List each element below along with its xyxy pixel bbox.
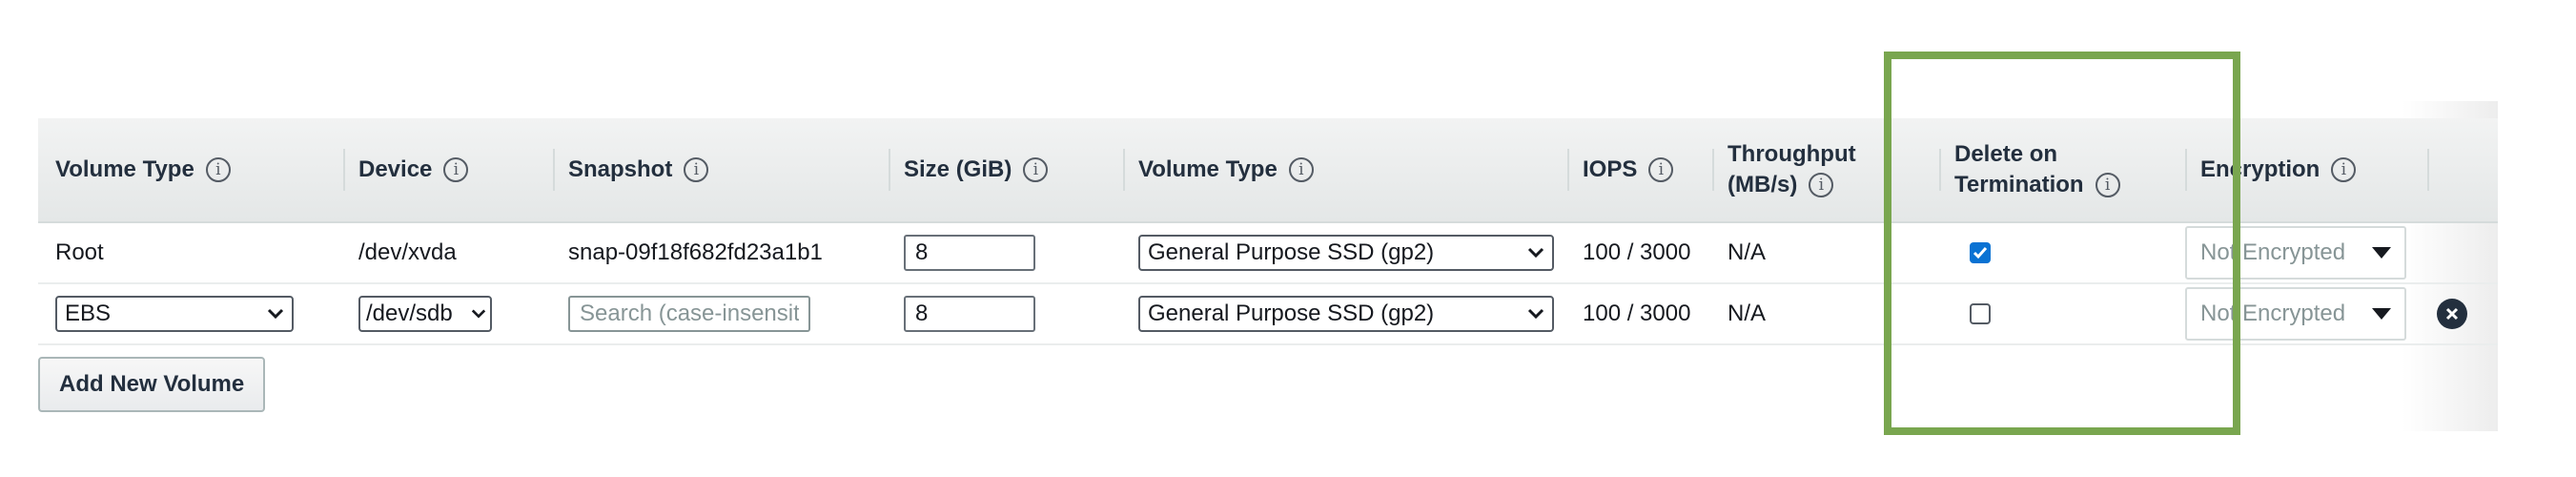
col-size: Size (GiB) i [889,118,1049,221]
chevron-down-icon [471,309,486,319]
delete-on-termination-cell [1970,223,1991,282]
column-divider [2427,149,2429,191]
add-new-volume-button[interactable]: Add New Volume [38,357,266,412]
volume-type-dropdown-value: EBS [65,301,112,326]
col-delete-on-termination: Delete on Termination i [1939,118,2120,221]
col-throughput: Throughput (MB/s) i [1712,118,1856,221]
col-ebs-volume-type-label: Volume Type [1138,156,1278,182]
col-delete-label-2: Termination [1954,172,2084,197]
snapshot-search-input[interactable] [568,296,810,332]
chevron-down-icon [1527,247,1544,259]
col-snapshot-label: Snapshot [568,156,673,182]
col-throughput-label-1: Throughput [1728,141,1856,167]
col-iops-label: IOPS [1583,156,1638,182]
encryption-cell: Not Encrypted [2185,284,2406,343]
column-divider [1712,149,1714,191]
table-header: Volume Type i Device i Snapshot i Size (… [38,118,2498,223]
volumes-table: Volume Type i Device i Snapshot i Size (… [38,118,2498,412]
col-volume-type-label: Volume Type [55,156,194,182]
info-icon[interactable]: i [2331,157,2357,182]
col-throughput-line-2: (MB/s) i [1728,170,1856,200]
col-device-label: Device [358,156,433,182]
volume-type-cell: Root [55,239,104,265]
col-throughput-label-2: (MB/s) [1728,172,1798,197]
col-throughput-text: Throughput (MB/s) i [1728,139,1856,200]
col-ebs-volume-type: Volume Type i [1123,118,1314,221]
column-divider [343,149,345,191]
encryption-select[interactable]: Not Encrypted [2185,287,2406,341]
snapshot-cell: snap-09f18f682fd23a1b1 [568,239,823,265]
check-icon [1973,247,1988,259]
info-icon[interactable]: i [1023,157,1049,182]
encryption-select-value: Not Encrypted [2200,239,2346,265]
info-icon[interactable]: i [1809,173,1834,197]
info-icon[interactable]: i [443,157,469,182]
ebs-volume-type-cell: General Purpose SSD (gp2) [1138,223,1554,282]
size-input[interactable] [904,296,1035,332]
encryption-select[interactable]: Not Encrypted [2185,226,2406,280]
col-snapshot: Snapshot i [553,118,709,221]
info-icon[interactable]: i [1288,157,1314,182]
column-divider [1939,149,1941,191]
delete-on-termination-checkbox[interactable] [1970,242,1991,263]
col-size-label: Size (GiB) [904,156,1012,182]
volume-type-select[interactable]: General Purpose SSD (gp2) [1138,235,1554,271]
volume-type-select-value: General Purpose SSD (gp2) [1148,239,1435,265]
device-cell: /dev/xvda [358,239,457,265]
size-cell [904,284,1035,343]
snapshot-cell [568,284,810,343]
volume-type-select-value: General Purpose SSD (gp2) [1148,301,1435,326]
col-encryption: Encryption i [2185,118,2429,221]
size-input[interactable] [904,235,1035,271]
info-icon[interactable]: i [205,157,231,182]
volume-type-cell: EBS [55,284,294,343]
col-volume-type: Volume Type i [55,118,231,221]
delete-on-termination-cell [1970,284,1991,343]
column-divider [1567,149,1569,191]
encryption-cell: Not Encrypted [2185,223,2406,282]
column-divider [2185,149,2187,191]
delete-on-termination-checkbox[interactable] [1970,303,1991,324]
table-row: EBS /dev/sdb General Purpose SSD (gp2) [38,284,2498,345]
column-divider [553,149,555,191]
iops-cell: 100 / 3000 [1583,239,1691,265]
chevron-down-icon [1527,308,1544,320]
col-device: Device i [343,118,469,221]
device-dropdown-value: /dev/sdb [366,301,453,326]
volume-type-select[interactable]: General Purpose SSD (gp2) [1138,296,1554,332]
column-divider [889,149,890,191]
ebs-volume-type-cell: General Purpose SSD (gp2) [1138,284,1554,343]
close-icon [2445,307,2459,321]
storage-configuration: Volume Type i Device i Snapshot i Size (… [0,0,2576,477]
chevron-down-icon [267,308,284,320]
col-delete-line-2: Termination i [1954,170,2120,200]
device-dropdown[interactable]: /dev/sdb [358,296,492,332]
col-delete-label-1: Delete on [1954,141,2058,167]
caret-down-icon [2372,247,2391,259]
device-cell: /dev/sdb [358,284,492,343]
remove-volume-cell [2437,284,2467,343]
throughput-cell: N/A [1728,301,1767,326]
remove-volume-button[interactable] [2437,299,2467,329]
encryption-select-value: Not Encrypted [2200,301,2346,326]
info-icon[interactable]: i [684,157,709,182]
column-divider [1123,149,1125,191]
caret-down-icon [2372,308,2391,320]
info-icon[interactable]: i [2095,173,2120,197]
size-cell [904,223,1035,282]
iops-cell: 100 / 3000 [1583,301,1691,326]
volume-type-dropdown[interactable]: EBS [55,296,294,332]
col-iops: IOPS i [1567,118,1674,221]
info-icon[interactable]: i [1648,157,1674,182]
table-row: Root /dev/xvda snap-09f18f682fd23a1b1 Ge… [38,223,2498,284]
col-encryption-label: Encryption [2200,156,2320,182]
col-delete-text: Delete on Termination i [1954,139,2120,200]
throughput-cell: N/A [1728,239,1767,265]
